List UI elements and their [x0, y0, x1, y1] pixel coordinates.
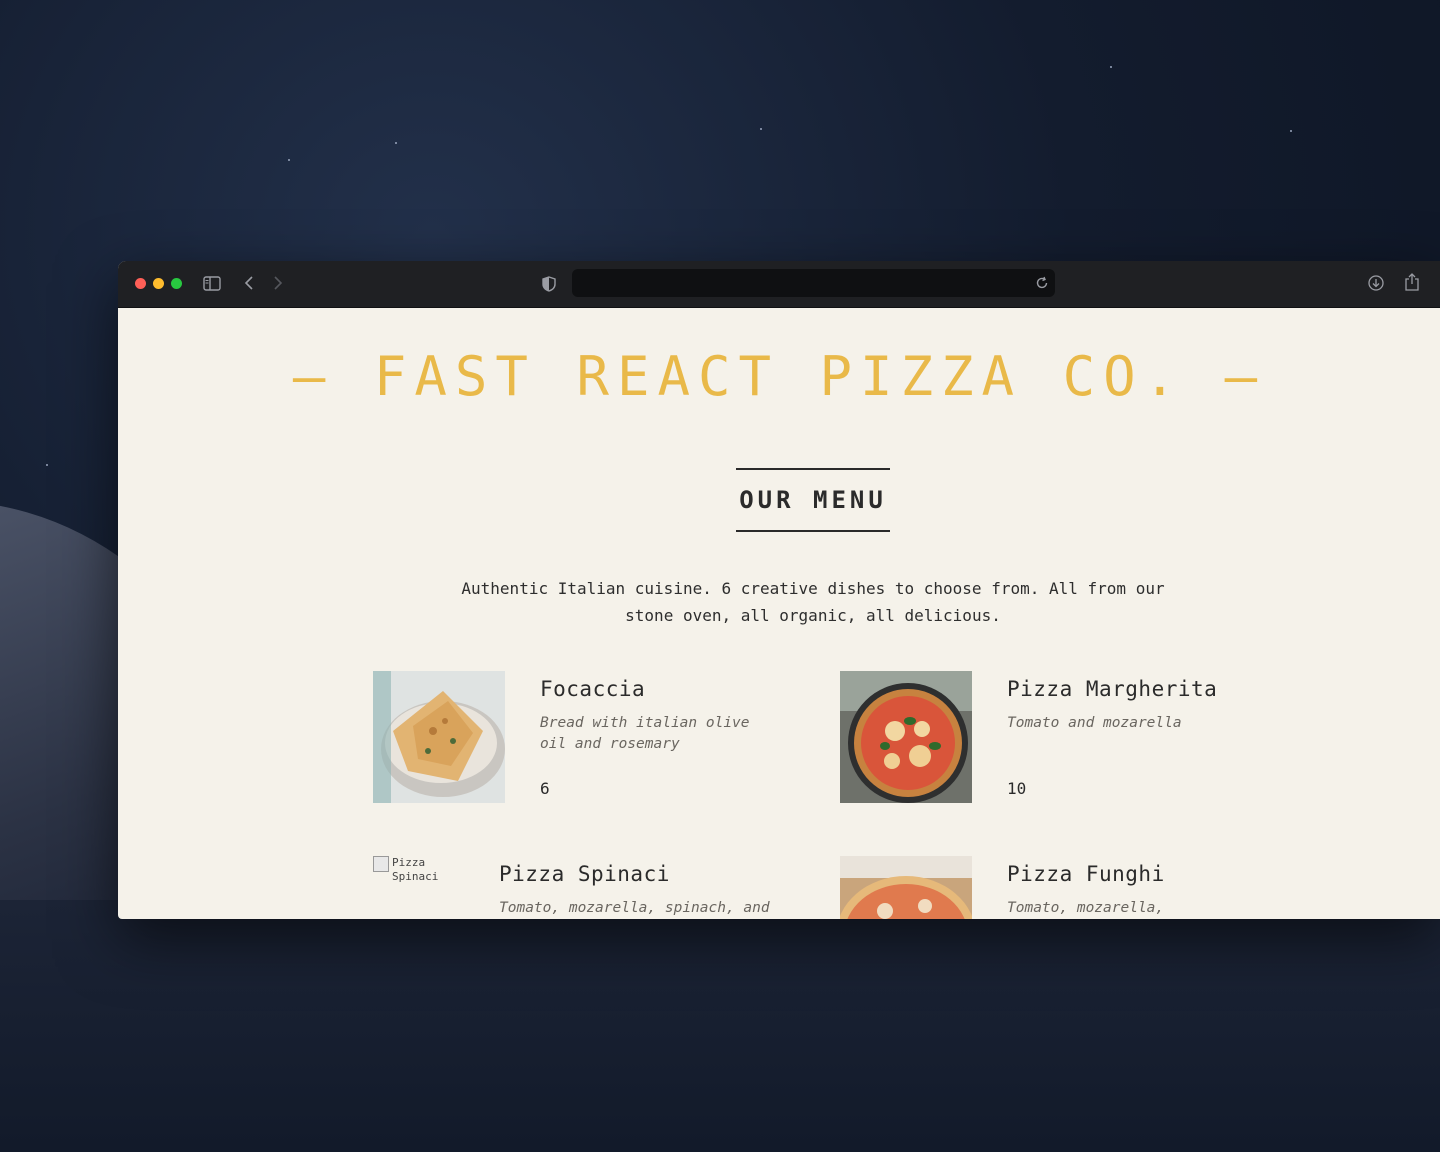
menu-item-name: Focaccia — [540, 677, 646, 701]
brand-dash-left: — — [292, 345, 374, 408]
broken-image-alt: Pizza Spinaci — [392, 856, 439, 883]
menu-item: Pizza Margherita Tomato and mozarella 10 — [840, 671, 1280, 811]
menu-item-name: Pizza Funghi — [1007, 862, 1165, 886]
back-icon[interactable] — [244, 275, 254, 291]
focaccia-image — [373, 671, 505, 803]
site-brand[interactable]: — FAST REACT PIZZA CO. — — [118, 345, 1440, 408]
minimize-window-button[interactable] — [153, 278, 164, 289]
menu-item-ingredients: Bread with italian olive oil and rosemar… — [540, 715, 750, 752]
pizza-funghi-image — [840, 856, 972, 919]
sidebar-icon[interactable] — [203, 276, 221, 291]
menu-item: Pizza Spinaci Pizza Spinaci Tomato, moza… — [373, 856, 813, 919]
browser-toolbar — [118, 261, 1440, 308]
reload-icon[interactable] — [1035, 276, 1049, 290]
menu-heading-box: OUR MENU — [736, 468, 890, 532]
menu-item-ingredients: Tomato, mozarella, spinach, and — [499, 900, 770, 916]
pizza-margherita-image — [840, 671, 972, 803]
menu-item-price: 10 — [1007, 779, 1027, 798]
shield-icon[interactable] — [542, 276, 556, 292]
menu-item-ingredients: Tomato, mozarella, — [1007, 900, 1165, 916]
close-window-button[interactable] — [135, 278, 146, 289]
broken-image-icon: Pizza Spinaci — [373, 856, 442, 884]
menu-item-ingredients: Tomato and mozarella — [1007, 715, 1182, 731]
brand-title: FAST REACT PIZZA CO. — [373, 345, 1185, 408]
menu-item-price: 6 — [540, 779, 550, 798]
menu-item: Pizza Funghi Tomato, mozarella, — [840, 856, 1280, 919]
menu-item-name: Pizza Margherita — [1007, 677, 1218, 701]
brand-dash-right: — — [1184, 345, 1266, 408]
menu-item: Focaccia Bread with italian olive oil an… — [373, 671, 813, 811]
page-title: OUR MENU — [739, 486, 887, 514]
page-content: — FAST REACT PIZZA CO. — OUR MENU Authen… — [118, 307, 1440, 919]
share-icon[interactable] — [1405, 273, 1419, 291]
browser-window: — FAST REACT PIZZA CO. — OUR MENU Authen… — [118, 261, 1440, 919]
zoom-window-button[interactable] — [171, 278, 182, 289]
menu-intro: Authentic Italian cuisine. 6 creative di… — [461, 579, 1165, 625]
download-icon[interactable] — [1368, 275, 1384, 291]
forward-icon[interactable] — [273, 275, 283, 291]
menu-item-name: Pizza Spinaci — [499, 862, 670, 886]
address-bar[interactable] — [572, 269, 1055, 297]
